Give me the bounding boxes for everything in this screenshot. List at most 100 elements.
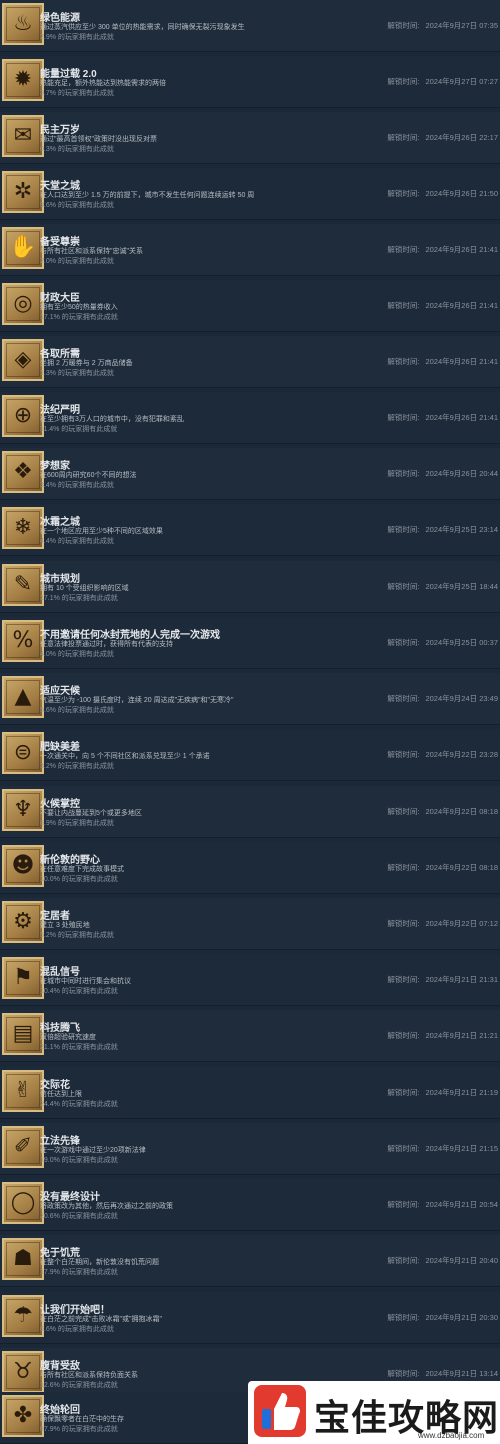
achievement-row[interactable]: ⚙ 定居者 建立 3 处殖民地 5.2% 的玩家拥有此成就 解锁时间: 2024年9月22… <box>0 898 500 950</box>
achievement-row[interactable]: ⚑ 混乱信号 在城市中同时进行集会和抗议 10.4% 的玩家拥有此成就 解锁时间: 202… <box>0 954 500 1006</box>
unlock-datetime: 2024年9月24日 23:49 <box>425 694 498 703</box>
unlock-time: 解锁时间: 2024年9月26日 21:50 <box>387 188 498 199</box>
unlock-datetime: 2024年9月21日 21:15 <box>425 1144 498 1153</box>
achievement-row[interactable]: ☻ 新伦敦的野心 在任意难度下完成故事模式 10.0% 的玩家拥有此成就 解锁时间: 20… <box>0 842 500 894</box>
achievement-percentage: 1.3% 的玩家拥有此成就 <box>40 370 114 377</box>
achievement-row[interactable]: ▤ 科技腾飞 双倍超验研究速度 21.1% 的玩家拥有此成就 解锁时间: 2024年9月2… <box>0 1010 500 1062</box>
unlock-datetime: 2024年9月22日 23:28 <box>425 750 498 759</box>
achievement-description: 在城市中同时进行集会和抗议 <box>40 978 131 985</box>
unlock-label: 解锁时间: <box>387 919 420 928</box>
achievement-description: 一次通关中，向 5 个不同社区和派系兑现至少 1 个承诺 <box>40 753 210 760</box>
mask-icon: ☻ <box>2 845 44 887</box>
unlock-datetime: 2024年9月21日 21:31 <box>425 975 498 984</box>
achievement-description: 在至少拥有3万人口的城市中，没有犯罪和紊乱 <box>40 416 184 423</box>
unlock-datetime: 2024年9月26日 21:50 <box>425 189 498 198</box>
achievement-row[interactable]: ✋ 备受尊崇 与所有社区和派系保持"忠诚"关系 2.0% 的玩家拥有此成就 解锁时间: 2… <box>0 224 500 276</box>
achievement-description: 通过蒸汽供应至少 300 单位的热能需求，同时确保无裂污现象发生 <box>40 24 245 31</box>
achievement-percentage: 4.0% 的玩家拥有此成就 <box>40 651 114 658</box>
achievement-row[interactable]: ☗ 免于饥荒 在整个白茫期间，新伦敦没有饥荒问题 17.9% 的玩家拥有此成就 解锁时间… <box>0 1235 500 1287</box>
unlock-time: 解锁时间: 2024年9月21日 20:40 <box>387 1255 498 1266</box>
rat-icon: ♉ <box>2 1351 44 1393</box>
achievement-row[interactable]: ⊕ 法纪严明 在至少拥有3万人口的城市中，没有犯罪和紊乱 11.4% 的玩家拥有此成就… <box>0 392 500 444</box>
unlock-label: 解锁时间: <box>387 1088 420 1097</box>
unlock-datetime: 2024年9月26日 20:44 <box>425 469 498 478</box>
fire-icon: ♆ <box>2 789 44 831</box>
achievement-row[interactable]: ◯ 没有最终设计 将政策改为其他，然后再次通过之前的政策 20.6% 的玩家拥有此成就… <box>0 1179 500 1231</box>
achievement-row[interactable]: ❄ 冰霜之城 在一个地区应用至少5种不同的区域效果 4.4% 的玩家拥有此成就 解锁时间… <box>0 504 500 556</box>
achievement-percentage: 2.9% 的玩家拥有此成就 <box>40 34 114 41</box>
cycle-icon: ✤ <box>2 1395 44 1437</box>
achievement-percentage: 9.6% 的玩家拥有此成就 <box>40 202 114 209</box>
unlock-time: 解锁时间: 2024年9月21日 20:54 <box>387 1199 498 1210</box>
achievement-percentage: 21.1% 的玩家拥有此成就 <box>40 1044 118 1051</box>
thumbs-up-logo-icon <box>254 1385 306 1437</box>
achievement-description: 建立 3 处殖民地 <box>40 922 90 929</box>
achievement-row[interactable]: ☂ 让我们开始吧！ 在白茫之前完成"击败冰霜"或"拥抱冰霜" 6.6% 的玩家拥有此成… <box>0 1292 500 1344</box>
coins-icon: ◎ <box>2 283 44 325</box>
achievement-percentage: 3.7% 的玩家拥有此成就 <box>40 90 114 97</box>
achievement-row[interactable]: ✌ 交际花 信任达到上限 24.4% 的玩家拥有此成就 解锁时间: 2024年9月21日 … <box>0 1067 500 1119</box>
achievement-percentage: 10.4% 的玩家拥有此成就 <box>40 988 118 995</box>
ornament-icon: ❖ <box>2 451 44 493</box>
unlock-time: 解锁时间: 2024年9月21日 21:21 <box>387 1030 498 1041</box>
achievement-percentage: 12.6% 的玩家拥有此成就 <box>40 1382 118 1389</box>
unlock-datetime: 2024年9月26日 22:17 <box>425 133 498 142</box>
achievement-row[interactable]: ✐ 立法先锋 在一次游戏中通过至少20项新法律 19.0% 的玩家拥有此成就 解锁时间:… <box>0 1123 500 1175</box>
achievement-description: 坐拥 2 万暖券与 2 万商品储备 <box>40 360 133 367</box>
achievement-description: 在整个白茫期间，新伦敦没有饥荒问题 <box>40 1259 159 1266</box>
achievement-description: 不要让内战蔓延到5个或更多地区 <box>40 810 142 817</box>
achievement-percentage: 24.4% 的玩家拥有此成就 <box>40 1101 118 1108</box>
unlock-datetime: 2024年9月27日 07:27 <box>425 77 498 86</box>
achievement-description: 与所有社区和派系保持负面关系 <box>40 1372 138 1379</box>
unlock-time: 解锁时间: 2024年9月22日 08:18 <box>387 862 498 873</box>
achievement-row[interactable]: ✹ 能量过载 2.0 热能充足，额外热能达到热能需求的两倍 3.7% 的玩家拥有此成就… <box>0 56 500 108</box>
unlock-time: 解锁时间: 2024年9月27日 07:35 <box>387 20 498 31</box>
watermark: 宝佳攻略网 www.dzbaojia.com <box>248 1381 500 1444</box>
achievement-row[interactable]: ◎ 财政大臣 拥有至少50的热量券收入 17.1% 的玩家拥有此成就 解锁时间: 2024… <box>0 280 500 332</box>
unlock-time: 解锁时间: 2024年9月21日 13:14 <box>387 1368 498 1379</box>
blueprint-hand-icon: ✎ <box>2 564 44 606</box>
unlock-label: 解锁时间: <box>387 77 420 86</box>
unlock-time: 解锁时间: 2024年9月26日 21:41 <box>387 356 498 367</box>
unlock-label: 解锁时间: <box>387 301 420 310</box>
achievement-percentage: 2.0% 的玩家拥有此成就 <box>40 258 114 265</box>
unlock-label: 解锁时间: <box>387 1369 420 1378</box>
achievement-row[interactable]: ⊜ 肥缺美差 一次通关中，向 5 个不同社区和派系兑现至少 1 个承诺 3.2% 的玩… <box>0 729 500 781</box>
unlock-label: 解锁时间: <box>387 863 420 872</box>
achievement-description: 在任意难度下完成故事模式 <box>40 866 124 873</box>
unlock-datetime: 2024年9月26日 21:41 <box>425 245 498 254</box>
achievement-row[interactable]: ◈ 各取所需 坐拥 2 万暖券与 2 万商品储备 1.3% 的玩家拥有此成就 解锁时间:… <box>0 336 500 388</box>
unlock-label: 解锁时间: <box>387 807 420 816</box>
achievement-percentage: 0.3% 的玩家拥有此成就 <box>40 146 114 153</box>
achievement-row[interactable]: ✎ 城市规划 拥有 10 个受组织影响的区域 17.1% 的玩家拥有此成就 解锁时间: 2… <box>0 561 500 613</box>
unlock-label: 解锁时间: <box>387 1144 420 1153</box>
unlock-label: 解锁时间: <box>387 21 420 30</box>
unlock-time: 解锁时间: 2024年9月22日 08:18 <box>387 806 498 817</box>
unlock-label: 解锁时间: <box>387 189 420 198</box>
barrel-icon: ⊜ <box>2 732 44 774</box>
achievement-row[interactable]: ✉ 民主万岁 通过"最高首领权"政策时没出现反对票 0.3% 的玩家拥有此成就 解锁时间… <box>0 112 500 164</box>
palm-tree-icon: ✲ <box>2 171 44 213</box>
unlock-time: 解锁时间: 2024年9月21日 21:15 <box>387 1143 498 1154</box>
achievement-row[interactable]: ▲ 适应天候 气温至少为 -100 摄氏度时，连续 20 周达成"无疾病"和"无寒冷… <box>0 673 500 725</box>
unlock-time: 解锁时间: 2024年9月24日 23:49 <box>387 693 498 704</box>
achievement-description: 在600周内研究60个不同的想法 <box>40 472 137 479</box>
watermark-url: www.dzbaojia.com <box>418 1431 485 1440</box>
achievement-description: 信任达到上限 <box>40 1091 82 1098</box>
achievement-percentage: 10.0% 的玩家拥有此成就 <box>40 876 118 883</box>
unlock-time: 解锁时间: 2024年9月22日 07:12 <box>387 918 498 929</box>
achievement-row[interactable]: ♨ 绿色能源 通过蒸汽供应至少 300 单位的热能需求，同时确保无裂污现象发生 2.9… <box>0 0 500 52</box>
achievement-row[interactable]: ✲ 天堂之城 在人口达到至少 1.5 万的前提下，城市不发生任何问题连续运转 50 … <box>0 168 500 220</box>
unlock-time: 解锁时间: 2024年9月25日 18:44 <box>387 581 498 592</box>
achievement-row[interactable]: ❖ 梦想家 在600周内研究60个不同的想法 3.4% 的玩家拥有此成就 解锁时间: 20… <box>0 448 500 500</box>
scroll-icon: ✐ <box>2 1126 44 1168</box>
achievement-description: 气温至少为 -100 摄氏度时，连续 20 周达成"无疾病"和"无寒冷" <box>40 697 234 704</box>
unlock-datetime: 2024年9月26日 21:41 <box>425 413 498 422</box>
achievement-description: 双倍超验研究速度 <box>40 1034 96 1041</box>
achievement-row[interactable]: % 不用邀请任何冰封荒地的人完成一次游戏 任意法律投票通过时，获得所有代表的支持 4.… <box>0 617 500 669</box>
achievement-row[interactable]: ♆ 火候掌控 不要让内战蔓延到5个或更多地区 8.9% 的玩家拥有此成就 解锁时间: 20… <box>0 786 500 838</box>
unlock-datetime: 2024年9月21日 20:54 <box>425 1200 498 1209</box>
achievement-percentage: 3.4% 的玩家拥有此成就 <box>40 482 114 489</box>
unlock-datetime: 2024年9月27日 07:35 <box>425 21 498 30</box>
unlock-datetime: 2024年9月21日 20:40 <box>425 1256 498 1265</box>
